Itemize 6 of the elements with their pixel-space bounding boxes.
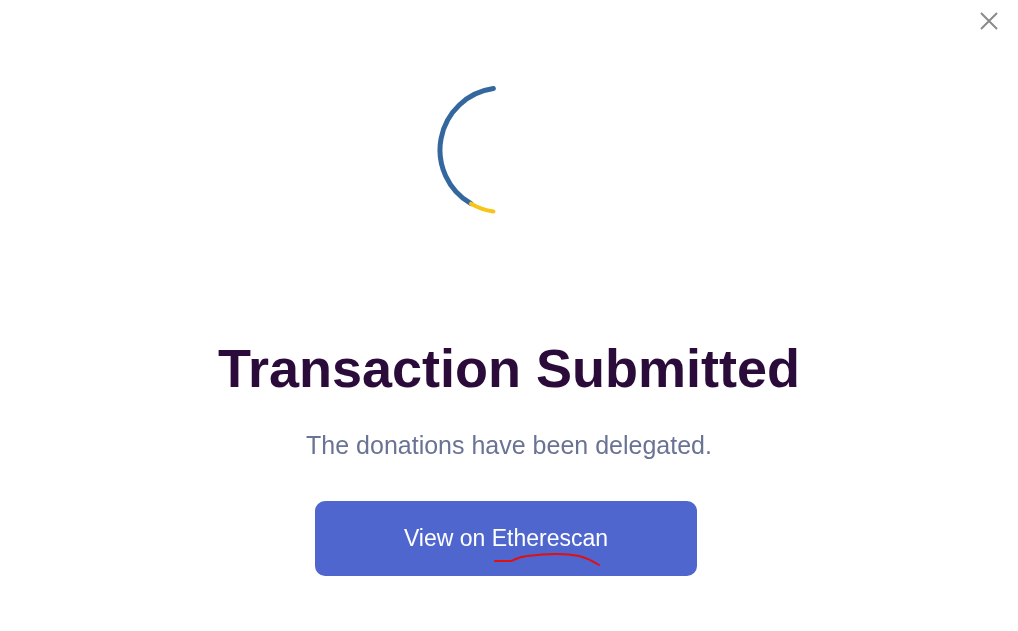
loading-spinner-icon (437, 85, 497, 216)
status-message: The donations have been delegated. (306, 430, 712, 460)
close-button[interactable] (980, 12, 998, 30)
dialog-title: Transaction Submitted (217, 337, 801, 399)
view-button[interactable]: View on Etherescan (315, 501, 697, 576)
close-icon (980, 12, 998, 30)
